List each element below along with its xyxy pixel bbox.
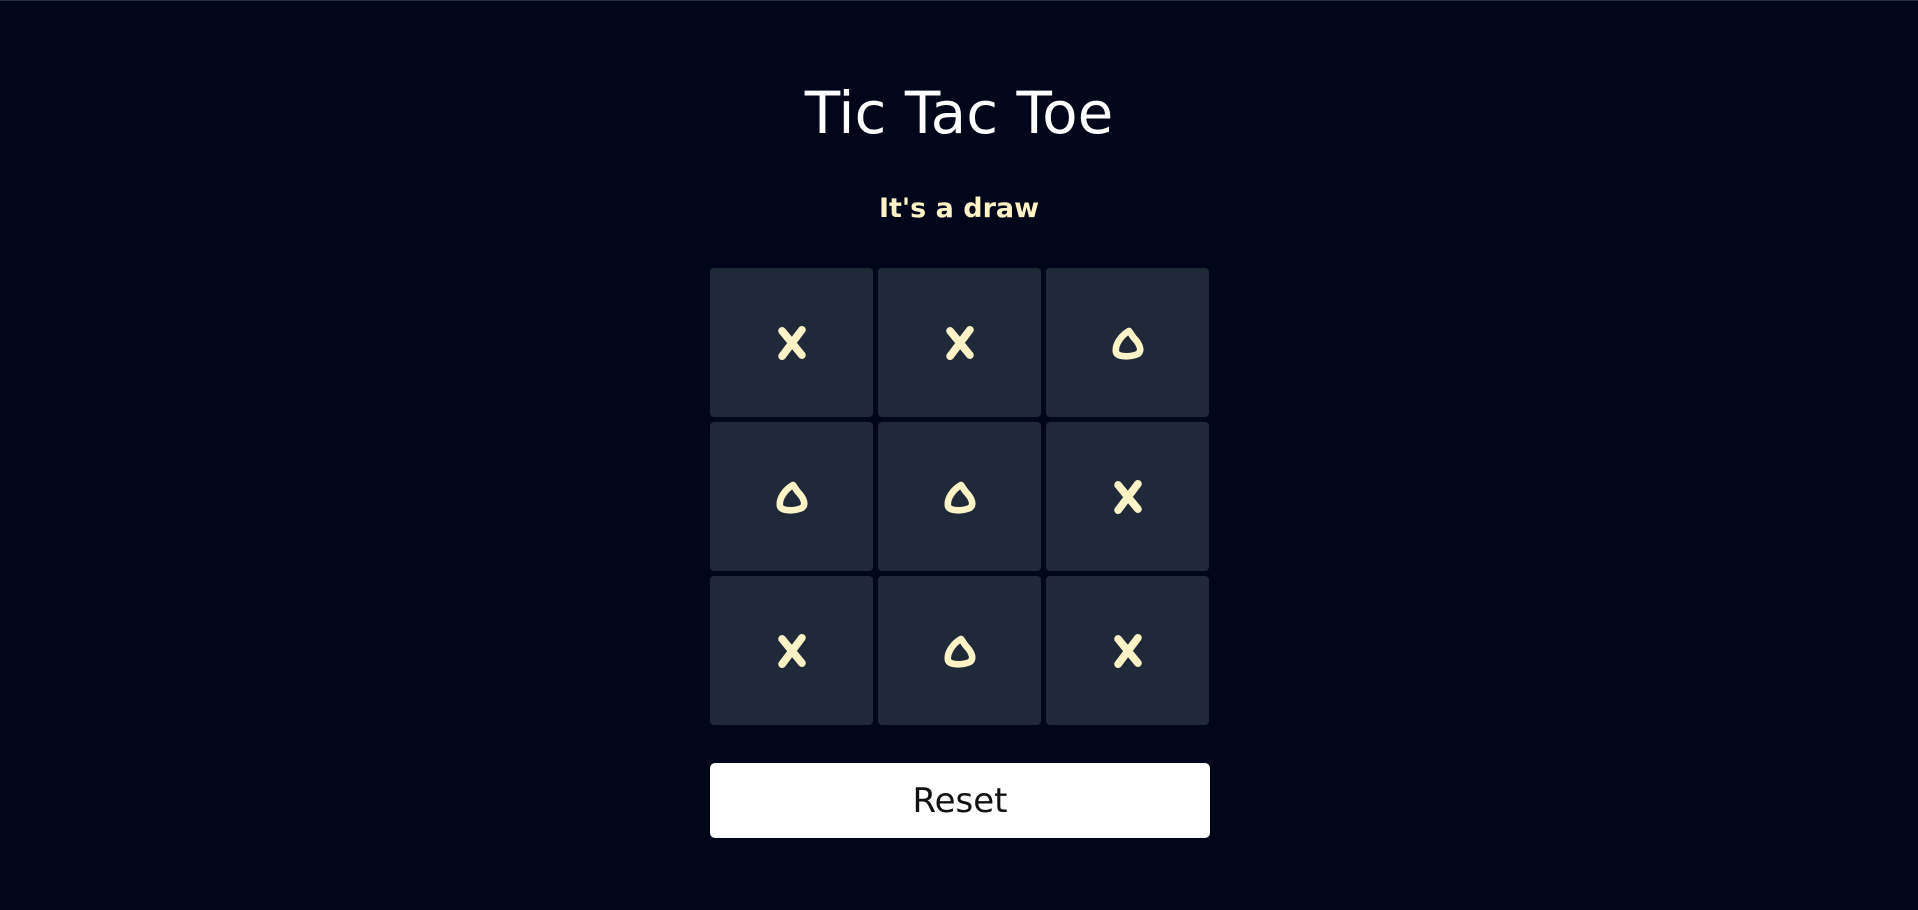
o-mark-icon [1112,327,1143,360]
game-page: Tic Tac Toe It's a draw Reset [0,0,1918,910]
o-mark-icon [944,481,975,514]
x-mark-icon [1113,479,1142,514]
board-cell-3[interactable] [1046,268,1209,417]
x-mark-icon [945,325,974,360]
game-status: It's a draw [878,193,1040,224]
page-title: Tic Tac Toe [804,79,1114,147]
board-cell-5[interactable] [878,422,1041,571]
o-mark-icon [944,635,975,668]
game-board [710,268,1210,728]
board-cell-4[interactable] [710,422,873,571]
x-mark-icon [1113,633,1142,668]
board-cell-8[interactable] [878,576,1041,725]
x-mark-icon [777,633,806,668]
board-cell-9[interactable] [1046,576,1209,725]
board-cell-2[interactable] [878,268,1041,417]
board-cell-1[interactable] [710,268,873,417]
board-cell-7[interactable] [710,576,873,725]
x-mark-icon [777,325,806,360]
reset-button[interactable]: Reset [710,763,1210,838]
board-cell-6[interactable] [1046,422,1209,571]
o-mark-icon [776,481,807,514]
